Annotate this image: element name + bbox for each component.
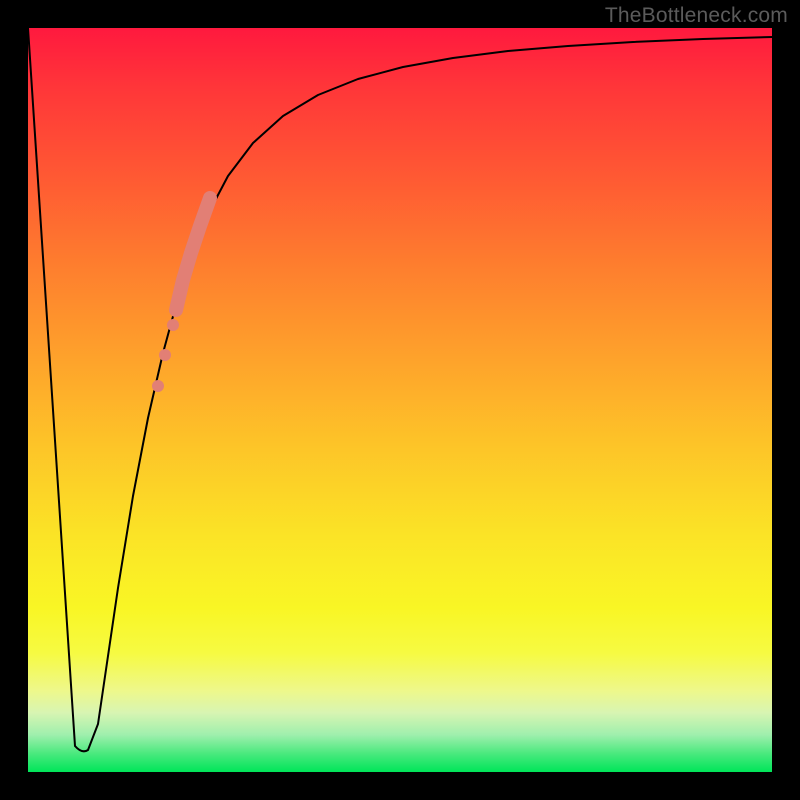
watermark-text: TheBottleneck.com <box>605 4 788 28</box>
highlight-dot <box>152 380 164 392</box>
highlight-band <box>176 198 210 310</box>
bottleneck-curve <box>28 28 772 751</box>
highlight-dot <box>167 319 179 331</box>
curve-svg <box>28 28 772 772</box>
plot-area <box>28 28 772 772</box>
highlight-dot <box>159 349 171 361</box>
chart-frame: TheBottleneck.com <box>0 0 800 800</box>
